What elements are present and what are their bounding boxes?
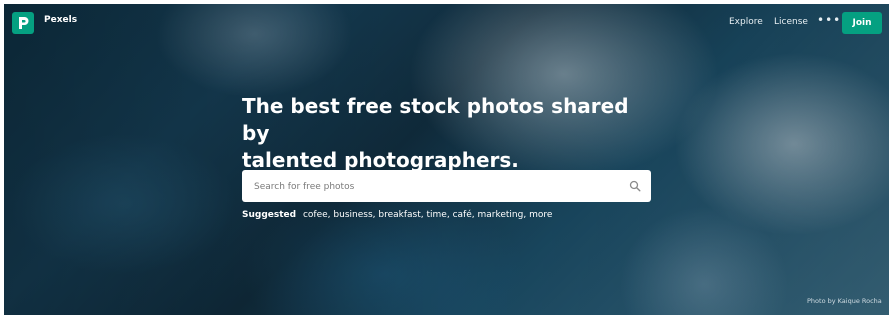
join-button[interactable]: Join	[842, 12, 882, 34]
nav-license-link[interactable]: License	[774, 17, 808, 27]
suggested-tag[interactable]: time	[427, 210, 447, 220]
brand-name[interactable]: Pexels	[44, 15, 77, 25]
suggested-more-link[interactable]: more	[529, 210, 552, 220]
suggested-tag[interactable]: cofee	[303, 210, 328, 220]
suggested-tag[interactable]: breakfast	[378, 210, 420, 220]
photo-credit-link[interactable]: Photo by Kaique Rocha	[807, 297, 882, 305]
search-icon[interactable]	[629, 180, 641, 192]
search-input[interactable]	[252, 177, 626, 197]
more-menu-icon[interactable]: •••	[817, 13, 841, 27]
suggested-searches: Suggested cofee, business, breakfast, ti…	[242, 210, 552, 220]
headline-line-1: The best free stock photos shared by	[242, 94, 629, 145]
search-bar	[242, 170, 651, 202]
pexels-logo-icon[interactable]	[12, 12, 34, 34]
suggested-tag[interactable]: business	[333, 210, 372, 220]
suggested-tag[interactable]: café	[453, 210, 472, 220]
hero-headline: The best free stock photos shared by tal…	[242, 93, 662, 174]
hero-section: Pexels Explore License ••• Join The best…	[4, 4, 889, 315]
suggested-label: Suggested	[242, 210, 297, 220]
suggested-tag[interactable]: marketing	[477, 210, 523, 220]
nav-explore-link[interactable]: Explore	[729, 17, 763, 27]
